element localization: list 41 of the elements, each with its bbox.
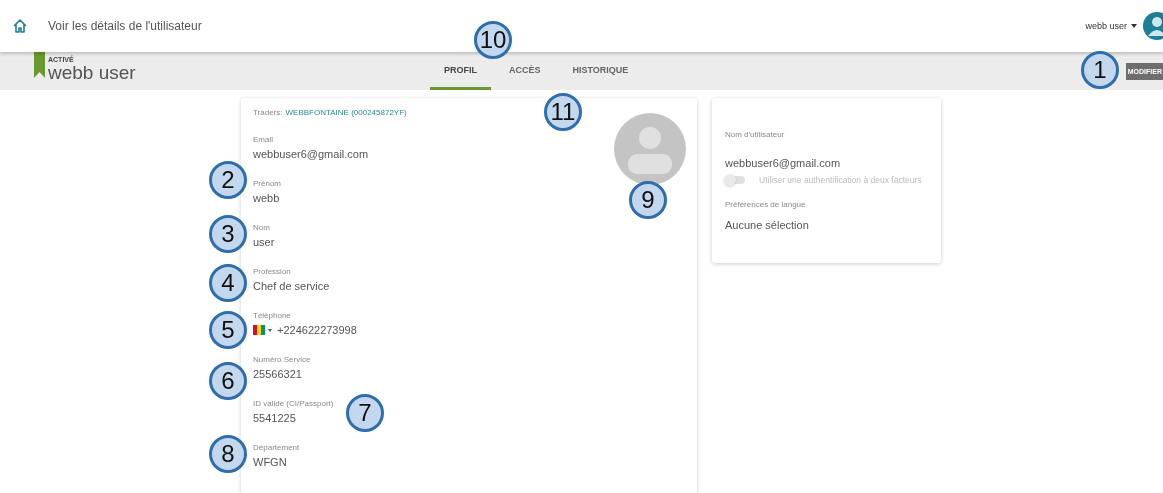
callout-marker: 8: [209, 435, 247, 473]
callout-marker: 2: [209, 161, 247, 199]
field-value: webb: [253, 192, 280, 204]
callout-marker: 3: [209, 215, 247, 253]
home-icon[interactable]: [12, 18, 28, 34]
caret-icon: [1131, 24, 1137, 28]
field-value: Aucune sélection: [725, 219, 810, 231]
field-value: 5541225: [253, 412, 296, 424]
field-label: Prénom: [253, 179, 281, 188]
user-menu[interactable]: webb user: [1085, 21, 1127, 31]
field-label: Préférences de langue: [725, 200, 807, 209]
field-label: Nom: [253, 223, 270, 232]
avatar-icon: [1143, 12, 1163, 40]
traders-link[interactable]: WEBBFONTAINE (000245872YF): [285, 108, 407, 117]
field-value: Chef de service: [253, 280, 330, 292]
field-value: 25566321: [253, 368, 302, 380]
user-name: webb user: [48, 63, 136, 83]
field-label: Numéro Service: [253, 355, 311, 364]
field-label: Nom d'utilisateur: [725, 130, 786, 139]
field-label: Profession: [253, 267, 291, 276]
field-label: Téléphone: [253, 311, 291, 320]
avatar-placeholder-icon: [614, 113, 686, 185]
field-value: webbuser6@gmail.com: [725, 157, 842, 169]
bookmark-icon: [34, 52, 45, 78]
field-label: Email: [253, 135, 273, 144]
callout-marker: 11: [544, 93, 582, 131]
field-label: Département: [253, 443, 300, 452]
field-value: WFGN: [253, 456, 287, 468]
page-title: Voir les détails de l'utilisateur: [48, 19, 202, 33]
phone-number: +224622273998: [277, 324, 357, 336]
callout-marker: 4: [209, 264, 247, 302]
tab[interactable]: HISTORIQUE: [558, 52, 643, 90]
traders-label: Traders:: [253, 108, 283, 117]
callout-marker: 5: [209, 311, 247, 349]
field-value: user: [253, 236, 275, 248]
field-label: ID valide (CI/Passport): [253, 399, 334, 408]
flag-icon: [253, 325, 265, 335]
field-value: webbuser6@gmail.com: [253, 148, 369, 160]
callout-marker: 10: [474, 21, 512, 59]
callout-marker: 6: [209, 362, 247, 400]
caret-icon: [268, 328, 272, 332]
